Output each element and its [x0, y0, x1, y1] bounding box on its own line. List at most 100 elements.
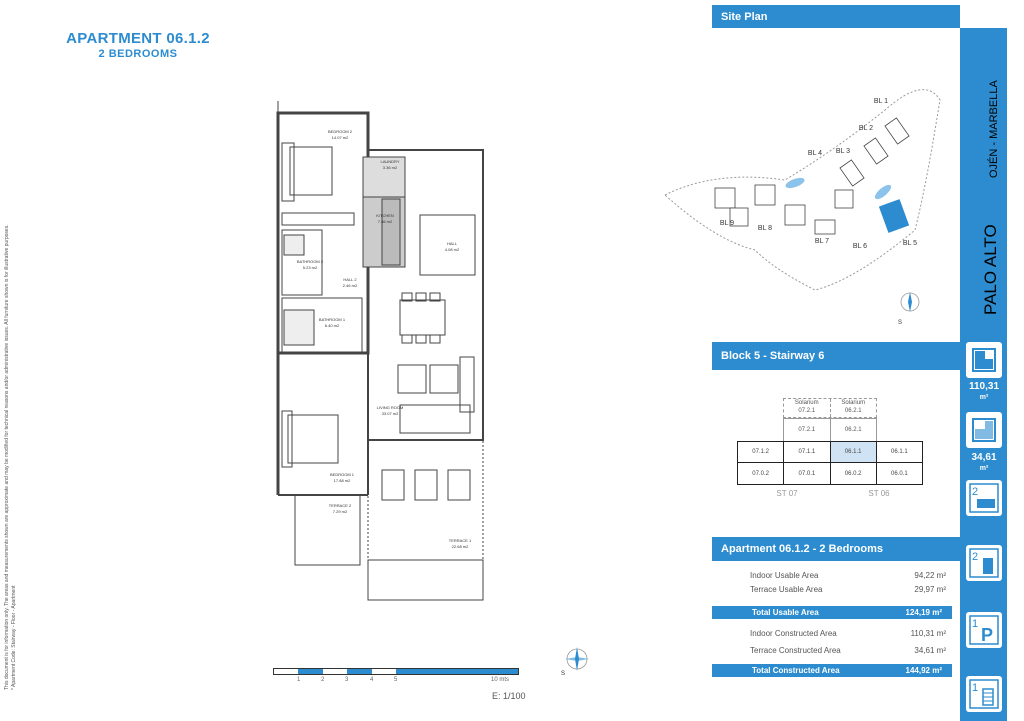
floor-1-row: 07.1.2 07.1.1 06.1.1 06.1.1 [737, 441, 923, 463]
scale-tick: 3 [345, 677, 349, 683]
terrace-usable-value: 29,97 m² [914, 585, 946, 594]
room-label-laundry: LAUNDRY [380, 159, 399, 164]
svg-text:2: 2 [972, 551, 978, 563]
unit-cell: 06.0.1 [875, 463, 922, 484]
block-label-2: BL 2 [859, 125, 873, 132]
total-usable-row: Total Usable Area 124,19 m² [712, 606, 952, 619]
scale-ticks: 1 2 3 4 5 10 mts [273, 677, 519, 687]
block-label-1: BL 1 [874, 98, 888, 105]
disclaimer-line-2: * Apartment Code: Stairway - Floor - Apa… [11, 585, 17, 691]
apartment-name: APARTMENT 06.1.2 [66, 30, 210, 47]
unit-cell: 07.1.2 [752, 449, 769, 455]
brand-name: PALO ALTO [981, 224, 1000, 315]
room-label-terrace-1: TERRACE 1 [449, 538, 472, 543]
block-label-3: BL 3 [836, 148, 850, 155]
room-area-terrace-1: 22.68 m2 [452, 544, 469, 549]
indoor-area-value: 110,31 m² [968, 381, 1000, 401]
block-label-9: BL 9 [720, 220, 734, 227]
scale-tick: 2 [321, 677, 325, 683]
terrace-area-icon [966, 412, 1002, 448]
site-plan-map: BL 1 BL 2 BL 3 BL 4 BL 9 BL 8 BL 7 BL 6 … [664, 89, 941, 326]
unit-cell: 06.1.1 [875, 442, 922, 462]
total-constructed-label: Total Constructed Area [752, 666, 840, 675]
compass-icon: S [561, 647, 589, 676]
apartment-title: APARTMENT 06.1.2 2 BEDROOMS [52, 30, 224, 60]
room-area-bathroom-1: 6.40 m2 [325, 323, 340, 328]
scale-tick: 4 [370, 677, 374, 683]
compass-label: S [561, 671, 565, 676]
disclaimer: This document is for information only. T… [4, 150, 24, 710]
room-area-hall-2: 2.46 m2 [343, 283, 358, 288]
indoor-constructed-row: Indoor Constructed Area 110,31 m² [750, 629, 946, 638]
scale-label: E: 1/100 [492, 691, 526, 701]
indoor-constructed-value: 110,31 m² [910, 629, 946, 638]
block-label-4: BL 4 [808, 150, 822, 157]
room-area-bedroom-2: 14.07 m2 [332, 135, 349, 140]
svg-text:P: P [981, 625, 993, 645]
solarium-row: Solarium 07.2.1 Solarium 06.2.1 [783, 398, 877, 418]
room-label-hall-2: HALL 2 [343, 277, 357, 282]
room-area-hall: 4.08 m2 [445, 247, 460, 252]
block-section-header: Block 5 - Stairway 6 [712, 342, 960, 370]
scale-tick: 1 [297, 677, 301, 683]
solarium-cell: Solarium 07.2.1 [794, 400, 819, 414]
svg-text:1: 1 [972, 618, 978, 630]
scale-bar [273, 668, 519, 675]
unit-cell: 06.2.1 [829, 419, 877, 441]
room-area-kitchen: 7.86 m2 [378, 219, 393, 224]
brand-logo: PALO ALTO OJÉN - MARBELLA [981, 80, 1000, 315]
indoor-constructed-label: Indoor Constructed Area [750, 629, 837, 638]
room-area-bedroom-1: 17.88 m2 [334, 478, 351, 483]
block-label-6: BL 6 [853, 243, 867, 250]
bathroom-icon: 2 [966, 545, 1002, 581]
unit-cell-highlighted: 06.1.1 [829, 442, 876, 462]
svg-text:2: 2 [972, 486, 978, 498]
room-label-bathroom-2: BATHROOM 2 [297, 259, 324, 264]
bedroom-count: 2 BEDROOMS [98, 48, 178, 60]
room-label-kitchen: KITCHEN [376, 213, 394, 218]
room-area-terrace-2: 7.29 m2 [333, 509, 348, 514]
room-area-bathroom-2: 5.23 m2 [303, 265, 318, 270]
room-label-terrace-2: TERRACE 2 [329, 503, 352, 508]
scale-tick: 10 mts [491, 677, 510, 683]
stairway-label: ST 06 [868, 489, 890, 498]
room-label-living-room: LIVING ROOM [377, 405, 404, 410]
storage-icon: 1 [966, 676, 1002, 712]
apartment-summary-header: Apartment 06.1.2 - 2 Bedrooms [712, 537, 960, 561]
unit-cell: 07.0.2 [752, 470, 769, 477]
floor-0-row: 07.0.2 07.0.1 06.0.2 06.0.1 [737, 463, 923, 485]
disclaimer-line-1: This document is for information only. T… [4, 224, 10, 690]
terrace-constructed-value: 34,61 m² [914, 646, 946, 655]
site-plan-header: Site Plan [712, 5, 960, 28]
brand-location: OJÉN - MARBELLA [987, 80, 1000, 178]
indoor-usable-row: Indoor Usable Area 94,22 m² [750, 571, 946, 580]
terrace-usable-label: Terrace Usable Area [750, 585, 823, 594]
total-constructed-row: Total Constructed Area 144,92 m² [712, 664, 952, 677]
total-usable-label: Total Usable Area [752, 608, 819, 617]
terrace-area-value: 34,61 m² [971, 452, 997, 472]
room-label-bedroom-2: BEDROOM 2 [328, 129, 353, 134]
total-usable-value: 124,19 m² [905, 608, 942, 617]
block-label-8: BL 8 [758, 225, 772, 232]
svg-text:1: 1 [972, 682, 978, 694]
stairway-label: ST 07 [776, 489, 798, 498]
bedroom-icon: 2 [966, 480, 1002, 516]
block-label-5: BL 5 [903, 240, 917, 247]
block-label-7: BL 7 [815, 238, 829, 245]
floor-2-row: 07.2.1 06.2.1 [783, 418, 877, 442]
room-label-bedroom-1: BEDROOM 1 [330, 472, 355, 477]
unit-cell: 07.2.1 [798, 427, 816, 433]
unit-cell: 07.1.1 [783, 442, 829, 462]
room-area-living-room: 33.07 m2 [382, 411, 399, 416]
indoor-area-icon [966, 342, 1002, 378]
indoor-usable-label: Indoor Usable Area [750, 571, 819, 580]
solarium-cell: Solarium 06.2.1 [829, 399, 877, 417]
unit-cell: 06.0.2 [829, 463, 876, 484]
room-label-bathroom-1: BATHROOM 1 [319, 317, 346, 322]
floor-plan: BEDROOM 2 14.07 m2 LAUNDRY 3.36 m2 KITCH… [276, 101, 484, 601]
indoor-usable-value: 94,22 m² [914, 571, 946, 580]
terrace-usable-row: Terrace Usable Area 29,97 m² [750, 585, 946, 594]
terrace-constructed-label: Terrace Constructed Area [750, 646, 841, 655]
terrace-constructed-row: Terrace Constructed Area 34,61 m² [750, 646, 946, 655]
total-constructed-value: 144,92 m² [905, 666, 942, 675]
